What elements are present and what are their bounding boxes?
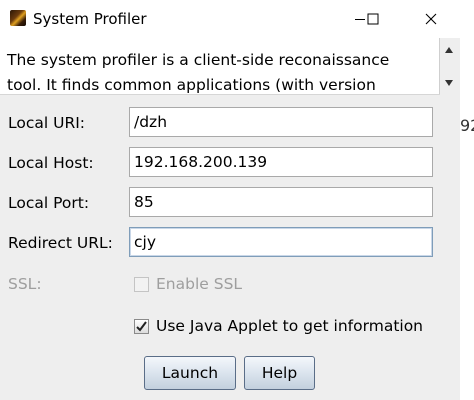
close-button[interactable] <box>408 0 454 38</box>
launch-button[interactable]: Launch <box>144 356 236 390</box>
help-button[interactable]: Help <box>244 356 315 390</box>
scroll-down-icon[interactable] <box>444 79 454 87</box>
java-applet-option[interactable]: Use Java Applet to get information <box>134 316 423 336</box>
app-logo-icon <box>10 10 26 26</box>
local-uri-field[interactable] <box>129 107 433 137</box>
description-text: The system profiler is a client-side rec… <box>7 51 390 94</box>
title-bar[interactable]: System Profiler <box>0 0 474 38</box>
checkmark-icon <box>136 320 147 332</box>
local-uri-label: Local URI: <box>8 114 86 132</box>
enable-ssl-checkbox <box>134 276 149 292</box>
maximize-icon <box>367 13 379 25</box>
ssl-label: SSL: <box>8 275 42 293</box>
background-window-edge <box>460 38 474 400</box>
redirect-url-label: Redirect URL: <box>8 234 113 252</box>
java-applet-label[interactable]: Use Java Applet to get information <box>156 316 423 336</box>
redirect-url-field[interactable] <box>129 227 433 257</box>
window-title: System Profiler <box>33 10 147 28</box>
local-port-label: Local Port: <box>8 194 90 212</box>
scroll-up-icon[interactable] <box>444 46 454 54</box>
description-panel: The system profiler is a client-side rec… <box>0 38 440 95</box>
java-applet-checkbox[interactable] <box>134 318 149 334</box>
local-host-label: Local Host: <box>8 154 94 172</box>
close-icon <box>425 13 437 25</box>
maximize-button[interactable] <box>350 0 396 38</box>
enable-ssl-option: Enable SSL <box>134 274 242 294</box>
enable-ssl-label: Enable SSL <box>156 275 243 293</box>
description-scrollbar[interactable] <box>439 38 458 94</box>
background-text-fragment: 92 <box>460 116 474 135</box>
local-port-field[interactable] <box>129 187 433 217</box>
local-host-field[interactable] <box>129 147 433 177</box>
